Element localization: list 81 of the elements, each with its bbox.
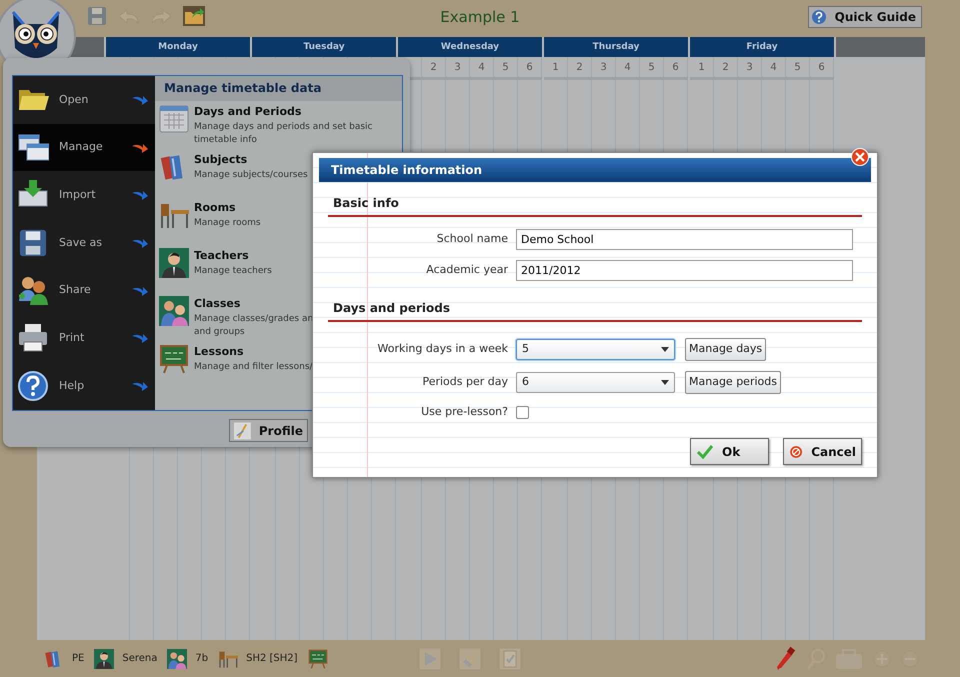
day-header: Tuesday (252, 37, 396, 57)
help-icon (17, 370, 49, 402)
arrow-icon (131, 142, 149, 154)
menu-item[interactable]: Save as (13, 219, 155, 267)
day-header: Thursday (544, 37, 688, 57)
period-number: 2 (568, 57, 592, 77)
ok-button[interactable]: Ok (690, 438, 769, 465)
period-number: 1 (690, 57, 714, 77)
period-number: 2 (714, 57, 738, 77)
dropdown[interactable]: 6 (516, 372, 675, 393)
close-icon (855, 152, 865, 162)
teacher-icon (159, 248, 189, 278)
arrow-icon (131, 284, 149, 297)
dropdown[interactable]: 5 (516, 339, 675, 360)
field-label: Academic year (425, 262, 508, 278)
printer-icon (17, 322, 49, 354)
period-number: 4 (470, 57, 494, 77)
manage-button[interactable]: Manage days (685, 338, 766, 361)
arrow-icon (131, 237, 149, 250)
text-field[interactable]: Demo School (516, 229, 853, 250)
people-icon (17, 274, 49, 307)
folder-icon[interactable] (182, 5, 206, 27)
arrow-icon (131, 380, 149, 392)
arrow-icon (131, 189, 149, 202)
section-heading: Days and periods (328, 287, 862, 322)
check-icon (696, 442, 714, 460)
item-label: Serena (122, 652, 158, 666)
checkbox[interactable] (516, 406, 529, 419)
group-icon (159, 296, 189, 326)
caret-icon (661, 380, 669, 385)
period-number: 3 (738, 57, 762, 77)
menu-item[interactable]: Manage (13, 124, 155, 172)
field-label: School name (436, 231, 508, 248)
field-label: Working days in a week (376, 341, 508, 358)
day-header: Wednesday (398, 37, 542, 57)
teacher-icon[interactable] (94, 648, 114, 668)
calendar-icon (159, 104, 189, 134)
marker-icon[interactable] (774, 646, 796, 672)
arrow-icon (131, 332, 149, 344)
field-label: Use pre-lesson? (420, 404, 508, 420)
group-icon[interactable] (167, 648, 188, 668)
menu-item[interactable]: Open (13, 76, 155, 124)
period-number: 3 (446, 57, 470, 77)
period-number: 2 (422, 57, 446, 77)
period-number: 5 (494, 57, 518, 77)
cancel-button[interactable]: Cancel (783, 438, 862, 465)
period-number: 5 (640, 57, 664, 77)
manage-button[interactable]: Manage periods (685, 371, 781, 394)
menu-item[interactable]: Share (13, 266, 155, 315)
period-number: 5 (786, 57, 810, 77)
quick-guide-button[interactable]: Quick Guide (808, 6, 922, 28)
period-number: 4 (762, 57, 786, 77)
menu-item[interactable]: Help (13, 362, 155, 410)
item-label: SH2 [SH2] (246, 652, 298, 666)
period-number: 6 (518, 57, 542, 77)
arrow-icon (131, 94, 149, 106)
item-label: PE (72, 652, 84, 666)
section-heading: Basic info (328, 182, 862, 217)
help-icon (810, 9, 827, 25)
menu-item[interactable]: Import (13, 171, 155, 220)
desk-icon[interactable] (218, 648, 238, 668)
period-number: 1 (544, 57, 568, 77)
field-label: Periods per day (421, 374, 508, 390)
menu-item[interactable]: Print (13, 314, 155, 362)
item-label: 7b (195, 652, 208, 666)
menu-entry[interactable]: Days and Periods Manage days and periods and set basic timetable info (155, 101, 402, 149)
document-title: Example 1 (440, 8, 520, 26)
day-header: Monday (106, 37, 250, 57)
chalkboard-icon[interactable] (308, 648, 328, 668)
section-title: Manage timetable data (155, 76, 402, 101)
chalkboard-icon (159, 344, 189, 374)
period-number: 4 (616, 57, 640, 77)
caret-icon (661, 347, 669, 352)
text-field[interactable]: 2011/2012 (516, 260, 853, 281)
profile-button[interactable]: Profile (229, 419, 308, 442)
period-number: 6 (810, 57, 834, 77)
day-header: Friday (690, 37, 834, 57)
period-number: 3 (592, 57, 616, 77)
pencil-icon (234, 422, 251, 440)
period-number: 6 (664, 57, 688, 77)
dialog-title: Timetable information (319, 158, 871, 182)
